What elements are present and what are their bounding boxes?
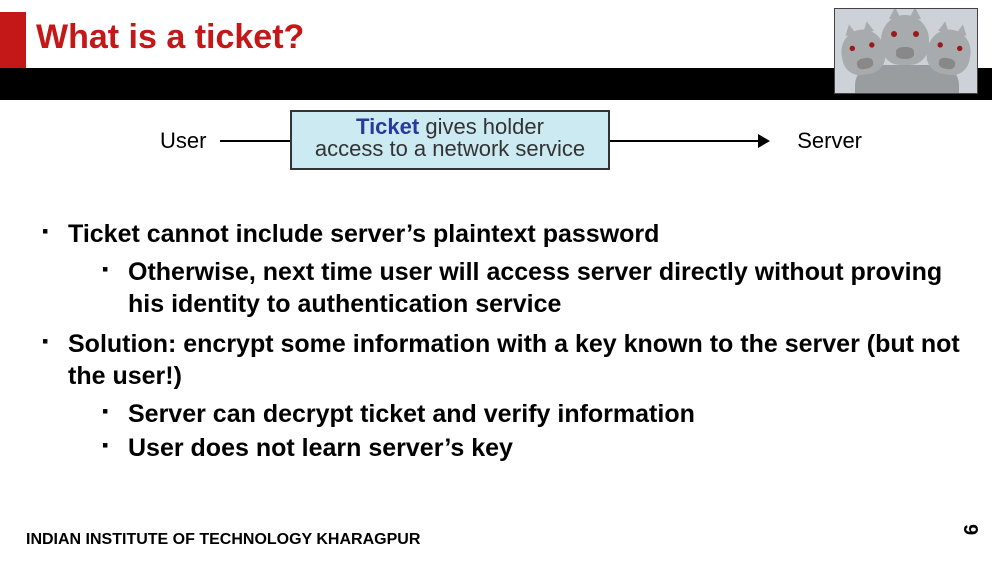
arrow-user-to-ticket-icon: [220, 140, 290, 142]
ticket-line2: access to a network service: [292, 136, 608, 162]
bullet-1-text: Ticket cannot include server’s plaintext…: [68, 220, 659, 248]
bullet-2b: User does not learn server’s key: [124, 432, 960, 464]
page-number: 6: [961, 524, 984, 535]
bullet-2-text: Solution: encrypt some information with …: [68, 330, 960, 390]
bullet-2a-text: Server can decrypt ticket and verify inf…: [128, 400, 695, 428]
diagram-server-label: Server: [797, 128, 862, 154]
bullet-1a: Otherwise, next time user will access se…: [124, 256, 960, 320]
bullet-1: Ticket cannot include server’s plaintext…: [64, 218, 960, 320]
slide-title: What is a ticket?: [36, 18, 304, 57]
bullet-2b-text: User does not learn server’s key: [128, 434, 513, 462]
footer-institution: INDIAN INSTITUTE OF TECHNOLOGY KHARAGPUR: [26, 531, 420, 549]
accent-block: [0, 12, 26, 68]
bullet-2a: Server can decrypt ticket and verify inf…: [124, 398, 960, 430]
diagram-user-label: User: [160, 128, 206, 154]
bullet-1a-text: Otherwise, next time user will access se…: [128, 258, 942, 318]
bullet-2: Solution: encrypt some information with …: [64, 328, 960, 464]
bullet-content: Ticket cannot include server’s plaintext…: [40, 218, 960, 472]
arrow-ticket-to-server-icon: [610, 140, 760, 142]
cerberus-image: [834, 8, 978, 94]
ticket-flow-diagram: User Ticket gives holder access to a net…: [120, 110, 872, 180]
ticket-description-box: Ticket gives holder access to a network …: [290, 110, 610, 170]
